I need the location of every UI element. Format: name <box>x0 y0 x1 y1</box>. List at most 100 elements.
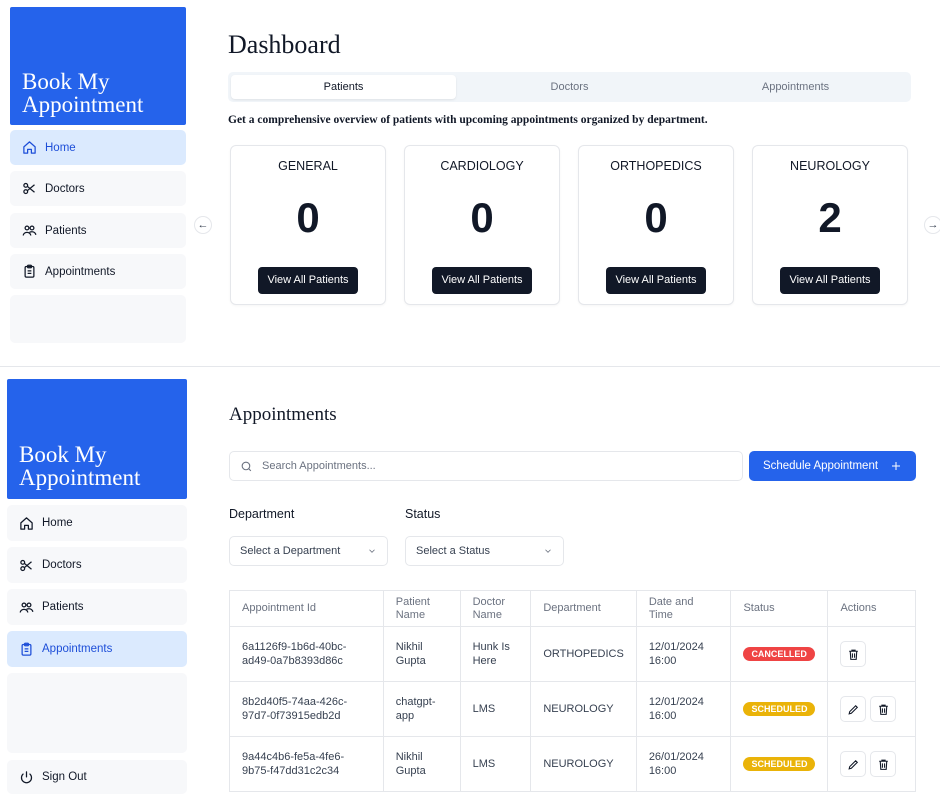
status-select-value: Select a Status <box>416 545 490 557</box>
users-icon <box>22 225 37 236</box>
card-count: 0 <box>296 194 320 241</box>
edit-button[interactable] <box>840 696 867 722</box>
card-department: CARDIOLOGY <box>440 159 524 173</box>
view-all-patients-button[interactable]: View All Patients <box>780 267 880 294</box>
brand-line-2: Appointment <box>19 465 141 490</box>
department-select-value: Select a Department <box>240 545 341 557</box>
trash-icon <box>879 704 888 715</box>
brand-line-1: Book My <box>22 69 110 94</box>
stat-card-neurology: NEUROLOGY 2 View All Patients <box>752 145 908 305</box>
nav-patients-label: Patients <box>45 224 87 237</box>
nav-sign-out-label: Sign Out <box>42 771 87 783</box>
carousel-prev-button[interactable]: ← <box>194 216 212 234</box>
column-header: Status <box>730 590 829 627</box>
trash-icon <box>849 649 858 660</box>
status-badge: SCHEDULED <box>743 702 816 716</box>
view-all-patients-button[interactable]: View All Patients <box>258 267 358 294</box>
schedule-appointment-label: Schedule Appointment <box>762 460 879 472</box>
actions-cell <box>827 736 916 792</box>
delete-button[interactable] <box>840 641 867 667</box>
tab-patients[interactable]: Patients <box>231 75 456 99</box>
plus-icon <box>892 462 901 470</box>
search-input[interactable] <box>260 459 704 473</box>
department-filter-label: Department <box>229 507 295 521</box>
status-badge: CANCELLED <box>743 647 815 661</box>
nav-doctors[interactable]: Doctors <box>7 547 187 583</box>
card-department: NEUROLOGY <box>790 159 870 173</box>
status-select[interactable]: Select a Status <box>405 536 564 566</box>
actions-cell <box>827 681 916 737</box>
appointments-title: Appointments <box>229 404 337 425</box>
nav-appointments[interactable]: Appointments <box>10 254 186 289</box>
trash-icon <box>879 759 888 770</box>
nav-patients[interactable]: Patients <box>7 589 187 625</box>
schedule-appointment-button[interactable]: Schedule Appointment <box>749 451 916 481</box>
card-department: ORTHOPEDICS <box>610 159 702 173</box>
sidebar-empty-panel <box>7 673 187 753</box>
sidebar-empty-panel <box>10 295 186 343</box>
search-icon <box>241 461 252 471</box>
view-all-patients-button[interactable]: View All Patients <box>432 267 532 294</box>
card-count: 2 <box>818 194 842 241</box>
delete-button[interactable] <box>870 696 897 722</box>
home-icon <box>20 516 33 530</box>
column-header: Actions <box>827 590 916 627</box>
dashboard-description: Get a comprehensive overview of patients… <box>228 114 708 126</box>
patient-name: chatgpt-app <box>382 681 461 737</box>
column-header: Patient Name <box>382 590 461 627</box>
status-filter-label: Status <box>405 507 441 521</box>
pencil-icon <box>848 704 859 715</box>
nav-patients[interactable]: Patients <box>10 213 186 248</box>
actions-cell <box>827 626 916 682</box>
status-cell: SCHEDULED <box>730 681 829 737</box>
nav-home[interactable]: Home <box>10 130 186 165</box>
department-select[interactable]: Select a Department <box>229 536 388 566</box>
appointment-id: 8b2d40f5-74aa-426c-97d7-0f73915edb2d <box>229 681 384 737</box>
clipboard-icon <box>24 264 35 278</box>
stat-card-general: GENERAL 0 View All Patients <box>230 145 386 305</box>
tab-doctors[interactable]: Doctors <box>457 75 682 99</box>
nav-sign-out[interactable]: Sign Out <box>7 760 187 794</box>
delete-button[interactable] <box>870 751 897 777</box>
scissors-icon <box>23 182 35 195</box>
nav-home-label: Home <box>45 141 76 154</box>
clipboard-icon <box>21 642 32 656</box>
appointment-id: 6a1126f9-1b6d-40bc-ad49-0a7b8393d86c <box>229 626 384 682</box>
appointment-id: 9a44c4b6-fe5a-4fe6-9b75-f47dd31c2c34 <box>229 736 384 792</box>
column-header: Department <box>530 590 637 627</box>
table-row: 8b2d40f5-74aa-426c-97d7-0f73915edb2d cha… <box>229 681 916 737</box>
date-time: 26/01/2024 16:00 <box>635 736 732 792</box>
status-cell: CANCELLED <box>730 626 829 682</box>
nav-doctors[interactable]: Doctors <box>10 171 186 206</box>
patient-name: Nikhil Gupta <box>382 626 461 682</box>
chevron-down-icon <box>545 549 551 553</box>
home-icon <box>23 141 36 154</box>
nav-appointments-label: Appointments <box>42 643 113 655</box>
nav-home[interactable]: Home <box>7 505 187 541</box>
stat-card-cardiology: CARDIOLOGY 0 View All Patients <box>404 145 560 305</box>
card-count: 0 <box>644 194 668 241</box>
column-header: Date and Time <box>635 590 732 627</box>
column-header: Doctor Name <box>459 590 532 627</box>
column-header: Appointment Id <box>229 590 384 627</box>
doctor-name: LMS <box>459 681 532 737</box>
view-all-patients-button[interactable]: View All Patients <box>606 267 706 294</box>
table-row: 6a1126f9-1b6d-40bc-ad49-0a7b8393d86c Nik… <box>229 626 916 682</box>
appointments-table: Appointment Id Patient Name Doctor Name … <box>229 590 916 792</box>
tab-appointments[interactable]: Appointments <box>683 75 908 99</box>
edit-button[interactable] <box>840 751 867 777</box>
nav-doctors-label: Doctors <box>42 559 82 571</box>
brand-banner: Book My Appointment <box>10 7 186 125</box>
power-icon <box>20 770 33 783</box>
card-department: GENERAL <box>278 159 338 173</box>
nav-appointments[interactable]: Appointments <box>7 631 187 667</box>
stat-card-orthopedics: ORTHOPEDICS 0 View All Patients <box>578 145 734 305</box>
search-box <box>229 451 743 481</box>
nav-doctors-label: Doctors <box>45 182 85 195</box>
date-time: 12/01/2024 16:00 <box>635 626 732 682</box>
nav-patients-label: Patients <box>42 601 84 613</box>
carousel-next-button[interactable]: → <box>924 216 940 234</box>
arrow-right-icon: → <box>927 219 939 231</box>
chevron-down-icon <box>369 549 375 553</box>
page-title: Dashboard <box>228 30 341 59</box>
